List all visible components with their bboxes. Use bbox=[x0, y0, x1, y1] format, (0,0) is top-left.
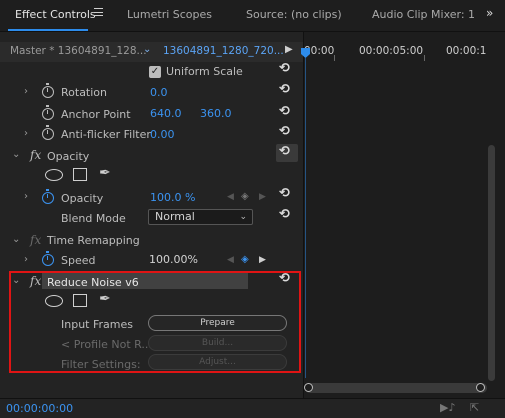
time-remap-section-label[interactable]: Time Remapping bbox=[47, 234, 140, 247]
timeline-zoom-scrollbar[interactable] bbox=[305, 383, 487, 393]
rectangle-mask-icon[interactable] bbox=[73, 168, 87, 181]
time-ruler[interactable]: 00:00 00:00:05:00 00:00:1 bbox=[304, 42, 494, 62]
ruler-label: 00:00:05:00 bbox=[359, 45, 424, 57]
rotation-value[interactable]: 0.0 bbox=[150, 86, 168, 99]
play-audio-icon[interactable]: ▶♪ bbox=[440, 401, 455, 414]
chevron-right-icon[interactable]: › bbox=[24, 128, 28, 139]
chevron-down-icon[interactable]: ⌄ bbox=[12, 234, 20, 245]
blend-mode-select[interactable]: Normal ⌄ bbox=[148, 209, 253, 225]
clip-name-label[interactable]: 13604891_1280_720... bbox=[163, 45, 284, 57]
stopwatch-icon[interactable] bbox=[42, 125, 54, 140]
chevron-down-icon[interactable]: ⌄ bbox=[12, 149, 20, 160]
uniform-scale-label: Uniform Scale bbox=[166, 65, 243, 78]
antiflicker-value[interactable]: 0.00 bbox=[150, 128, 175, 141]
anchor-point-label: Anchor Point bbox=[61, 108, 131, 121]
anchor-y-value[interactable]: 360.0 bbox=[200, 107, 232, 120]
chevron-right-icon[interactable]: › bbox=[24, 191, 28, 202]
speed-value[interactable]: 100.00% bbox=[149, 253, 198, 266]
stopwatch-icon[interactable] bbox=[42, 189, 54, 204]
pen-mask-icon[interactable]: ✒ bbox=[99, 165, 111, 181]
previous-keyframe-icon[interactable]: ◀ bbox=[227, 255, 234, 265]
keyframe-timeline-pane bbox=[303, 32, 505, 398]
ruler-label: 00:00:1 bbox=[446, 45, 487, 57]
add-keyframe-icon[interactable]: ◈ bbox=[241, 254, 249, 265]
chevron-down-icon[interactable]: ⌄ bbox=[143, 44, 151, 55]
rotation-label: Rotation bbox=[61, 86, 108, 99]
zoom-handle-right[interactable] bbox=[476, 383, 485, 392]
fx-icon[interactable]: fx bbox=[30, 148, 41, 162]
reset-icon[interactable]: ⟲ bbox=[279, 104, 290, 119]
opacity-section-label[interactable]: Opacity bbox=[47, 150, 89, 163]
reset-icon[interactable]: ⟲ bbox=[279, 61, 290, 76]
opacity-value[interactable]: 100.0 % bbox=[150, 191, 195, 204]
chevron-right-icon[interactable]: › bbox=[24, 86, 28, 97]
blend-mode-label: Blend Mode bbox=[61, 212, 126, 225]
panel-footer bbox=[0, 398, 505, 418]
stopwatch-icon[interactable] bbox=[42, 105, 54, 120]
uniform-scale-checkbox[interactable]: ✓ bbox=[149, 66, 161, 78]
fx-icon: fx bbox=[30, 233, 42, 247]
blend-mode-value: Normal bbox=[155, 210, 195, 223]
chevron-right-icon[interactable]: › bbox=[24, 254, 28, 265]
next-keyframe-icon[interactable]: ▶ bbox=[259, 255, 266, 265]
tab-audio-clip-mixer[interactable]: Audio Clip Mixer: 1 bbox=[372, 8, 475, 21]
panel-menu-icon[interactable] bbox=[94, 8, 103, 16]
speed-label: Speed bbox=[61, 254, 96, 267]
anchor-x-value[interactable]: 640.0 bbox=[150, 107, 182, 120]
chevron-down-icon: ⌄ bbox=[239, 212, 247, 222]
antiflicker-label: Anti-flicker Filter bbox=[61, 128, 151, 141]
ruler-tick bbox=[334, 55, 335, 61]
active-tab-indicator bbox=[8, 29, 88, 31]
ellipse-mask-icon[interactable] bbox=[45, 169, 63, 181]
vertical-scrollbar[interactable] bbox=[488, 145, 495, 381]
red-highlight-box bbox=[9, 271, 301, 373]
next-keyframe-icon[interactable]: ▶ bbox=[259, 192, 266, 202]
tab-lumetri-scopes[interactable]: Lumetri Scopes bbox=[127, 8, 212, 21]
timecode-display[interactable]: 00:00:00:00 bbox=[6, 402, 73, 415]
add-keyframe-icon[interactable]: ◈ bbox=[241, 191, 249, 202]
tab-source[interactable]: Source: (no clips) bbox=[246, 8, 342, 21]
reset-icon[interactable]: ⟲ bbox=[279, 82, 290, 97]
master-clip-label[interactable]: Master * 13604891_128... bbox=[10, 45, 147, 57]
previous-keyframe-icon[interactable]: ◀ bbox=[227, 192, 234, 202]
tab-overflow-icon[interactable]: » bbox=[486, 6, 494, 20]
zoom-handle-left[interactable] bbox=[304, 383, 313, 392]
reset-icon[interactable]: ⟲ bbox=[279, 186, 290, 201]
reset-icon[interactable]: ⟲ bbox=[279, 144, 290, 159]
ruler-tick bbox=[424, 55, 425, 61]
play-triangle-icon[interactable]: ▶ bbox=[285, 44, 293, 55]
opacity-label: Opacity bbox=[61, 192, 104, 205]
stopwatch-icon[interactable] bbox=[42, 251, 54, 266]
reset-icon[interactable]: ⟲ bbox=[279, 124, 290, 139]
stopwatch-icon[interactable] bbox=[42, 83, 54, 98]
export-icon[interactable]: ⇱ bbox=[470, 401, 479, 414]
tab-effect-controls[interactable]: Effect Controls bbox=[15, 8, 96, 21]
playhead-line bbox=[305, 58, 306, 378]
reset-icon[interactable]: ⟲ bbox=[279, 207, 290, 222]
